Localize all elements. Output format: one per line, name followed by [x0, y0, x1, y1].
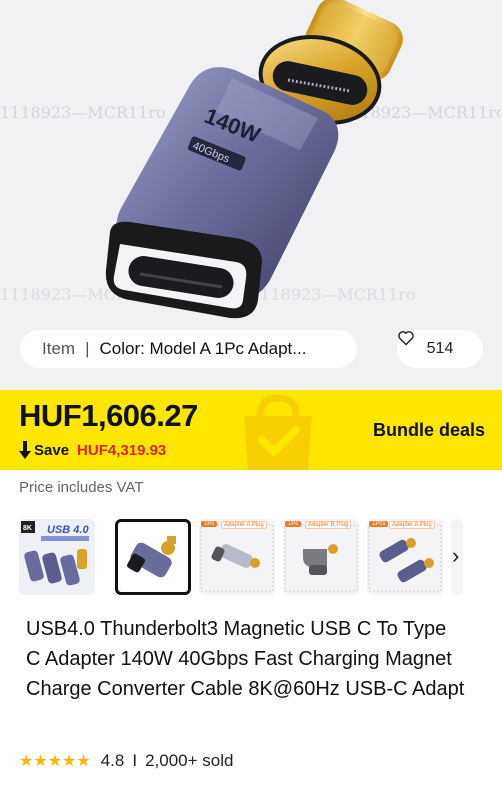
watermark-text: 1118923—MCR11ro	[250, 285, 416, 304]
product-image[interactable]: 1118923—MCR11ro 1118923—MCR11ro 1118923—…	[0, 0, 502, 390]
down-arrow-icon	[19, 441, 31, 459]
thumbnail-3[interactable]: 1Pc Adapter A Plug	[199, 519, 275, 595]
thumbnail-tag: 1Pcs	[369, 521, 389, 527]
variant-separator: |	[85, 339, 90, 358]
sold-count: 2,000+ sold	[145, 751, 234, 770]
thumbnail-label: USB 4.0	[47, 524, 89, 536]
rating-separator: I	[132, 751, 138, 770]
thumbnail-tag-2: Adapter A Plug	[389, 521, 435, 529]
price-banner: HUF1,606.27 Save HUF4,319.93 Bundle deal…	[0, 390, 502, 470]
heart-outline-icon	[398, 331, 414, 346]
thumbnail-tag: 1Pc	[201, 521, 218, 527]
product-title: USB4.0 Thunderbolt3 Magnetic USB C To Ty…	[26, 618, 465, 700]
vat-note: Price includes VAT	[19, 479, 144, 496]
wishlist-count: 514	[426, 340, 454, 357]
variant-label: Item	[42, 339, 76, 358]
current-price: HUF1,606.27	[19, 398, 198, 433]
rating-row[interactable]: ★★★★★ 4.8 I 2,000+ sold	[19, 751, 233, 771]
savings-row: Save HUF4,319.93	[18, 441, 166, 459]
save-label: Save	[34, 441, 70, 459]
thumbnail-4[interactable]: 1Pc Adapter B Plug	[283, 519, 359, 595]
variant-value: Color: Model A 1Pc Adapt...	[99, 339, 307, 358]
rating-score: 4.8	[100, 751, 125, 770]
wishlist-button[interactable]: 514	[397, 330, 483, 368]
thumbnail-strip: 8K USB 4.0 1Pc Adapter A Plug 1Pc Adapte…	[19, 519, 502, 595]
watermark-text: 1118923—MCR11ro	[0, 103, 166, 122]
thumbnail-5[interactable]: 1Pcs Adapter A Plug	[367, 519, 443, 595]
chevron-right-icon[interactable]: ›	[452, 543, 459, 569]
save-amount: HUF4,319.93	[77, 441, 167, 459]
star-rating-icon: ★★★★★	[19, 753, 91, 770]
thumbnail-2[interactable]	[115, 519, 191, 595]
thumbnail-badge: 8K	[23, 525, 32, 532]
thumbnail-tag-2: Adapter B Plug	[305, 521, 352, 529]
thumbnail-1[interactable]: 8K USB 4.0	[19, 519, 95, 595]
bundle-deals-link[interactable]: Bundle deals	[373, 420, 485, 441]
thumbnail-tag: 1Pc	[285, 521, 302, 527]
variant-selector[interactable]: Item | Color: Model A 1Pc Adapt...	[20, 330, 357, 368]
shopping-bag-icon	[244, 394, 312, 470]
thumbnail-tag-2: Adapter A Plug	[221, 521, 267, 529]
